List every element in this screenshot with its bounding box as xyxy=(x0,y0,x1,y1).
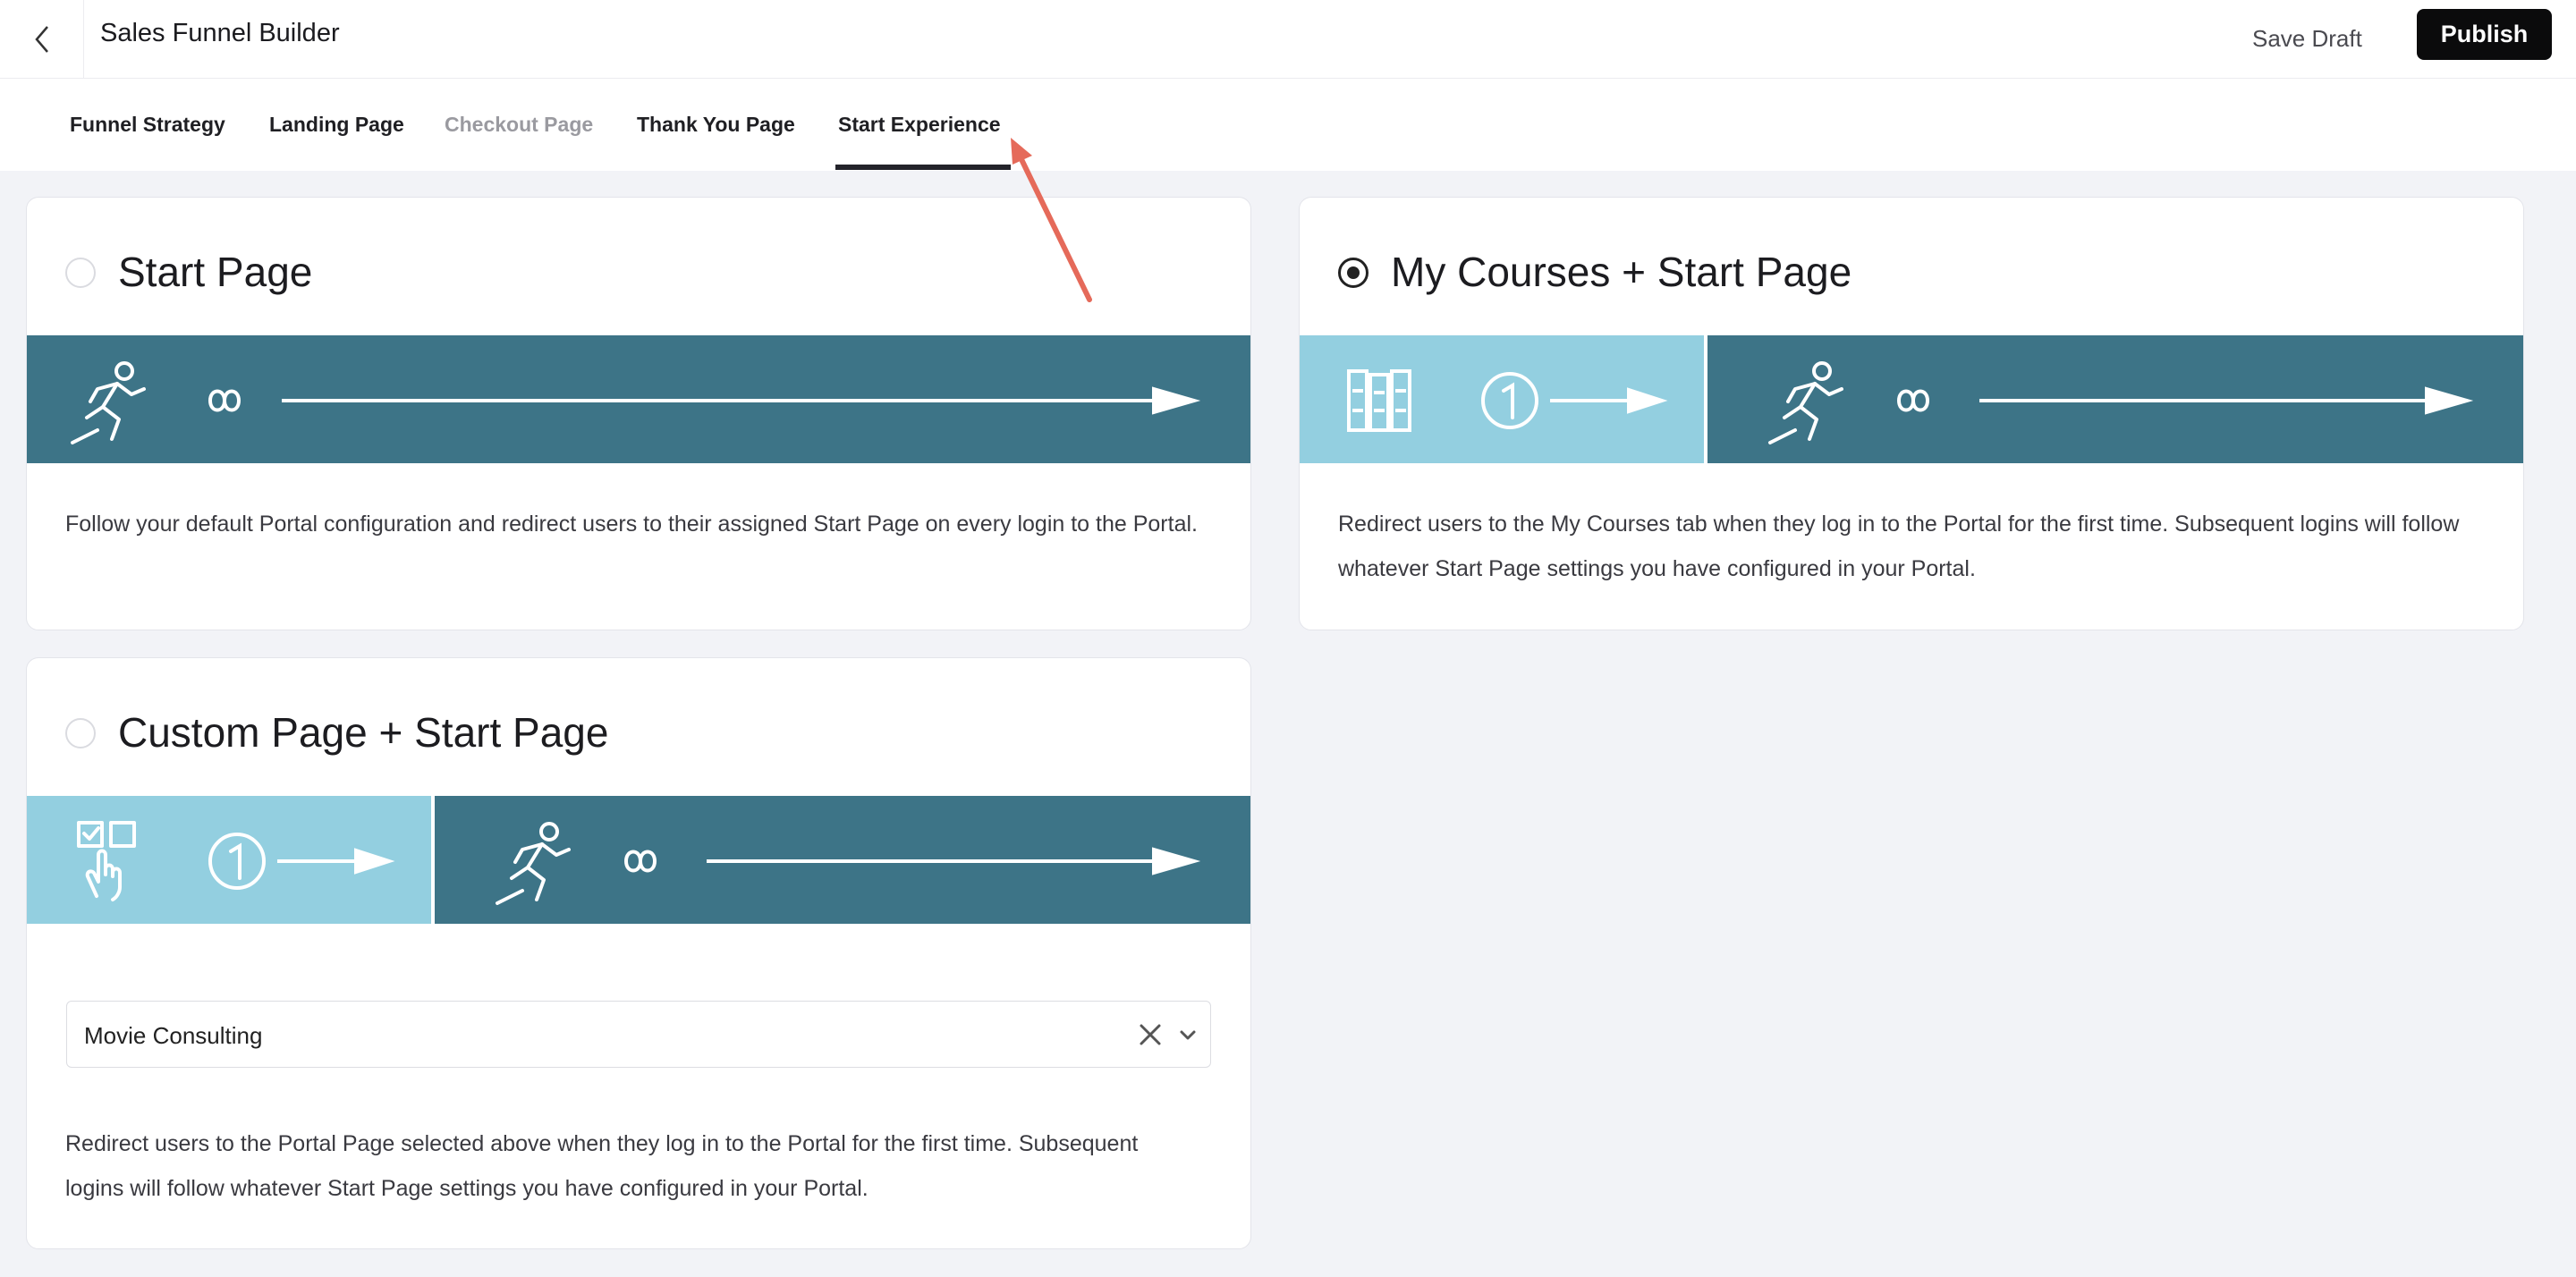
long-arrow-icon xyxy=(1979,386,2474,415)
tab-start-experience[interactable]: Start Experience xyxy=(838,113,1001,137)
custom-page-banner xyxy=(27,796,1250,924)
chevron-down-icon[interactable] xyxy=(1173,1019,1203,1050)
tab-thank-you-page[interactable]: Thank You Page xyxy=(637,113,795,137)
running-person-icon xyxy=(1768,361,1843,444)
infinity-icon xyxy=(208,389,242,412)
my-courses-description: Redirect users to the My Courses tab whe… xyxy=(1338,512,2460,581)
my-courses-banner xyxy=(1300,335,2523,463)
app-title: Sales Funnel Builder xyxy=(100,19,340,47)
tab-checkout-page[interactable]: Checkout Page xyxy=(445,113,593,137)
running-person-icon xyxy=(496,822,571,905)
save-draft-button[interactable]: Save Draft xyxy=(2243,16,2371,61)
active-tab-indicator xyxy=(835,165,1011,170)
portal-page-select-value: Movie Consulting xyxy=(84,1022,263,1049)
option-card-my-courses[interactable]: My Courses + Start Page Redirect users t… xyxy=(1299,197,2524,630)
infinity-icon xyxy=(623,850,657,873)
running-person-icon xyxy=(71,361,146,444)
tab-bar: Funnel Strategy Landing Page Checkout Pa… xyxy=(0,79,2576,171)
custom-page-radio[interactable] xyxy=(65,718,96,748)
infinity-icon xyxy=(1896,389,1930,412)
option-card-start-page[interactable]: Start Page Follow your default Portal co… xyxy=(26,197,1251,630)
start-page-banner xyxy=(27,335,1250,463)
my-courses-radio[interactable] xyxy=(1338,258,1368,288)
custom-page-description: Redirect users to the Portal Page select… xyxy=(65,1131,1139,1201)
clear-x-icon[interactable] xyxy=(1135,1019,1165,1050)
start-page-description: Follow your default Portal configuration… xyxy=(65,512,1198,537)
start-page-title: Start Page xyxy=(118,249,313,295)
option-card-custom-page[interactable]: Custom Page + Start Page Movie Consultin… xyxy=(26,657,1251,1249)
long-arrow-icon xyxy=(707,847,1201,875)
my-courses-title: My Courses + Start Page xyxy=(1391,249,1852,295)
publish-button[interactable]: Publish xyxy=(2417,9,2552,60)
portal-page-select[interactable]: Movie Consulting xyxy=(66,1001,1211,1068)
start-page-radio[interactable] xyxy=(65,258,96,288)
long-arrow-icon xyxy=(282,386,1201,415)
tab-landing-page[interactable]: Landing Page xyxy=(269,113,404,137)
custom-page-title: Custom Page + Start Page xyxy=(118,709,609,756)
tab-funnel-strategy[interactable]: Funnel Strategy xyxy=(70,113,225,137)
chevron-left-icon xyxy=(34,26,48,53)
top-bar: Sales Funnel Builder Save Draft Publish xyxy=(0,0,2576,79)
back-button[interactable] xyxy=(0,0,84,79)
